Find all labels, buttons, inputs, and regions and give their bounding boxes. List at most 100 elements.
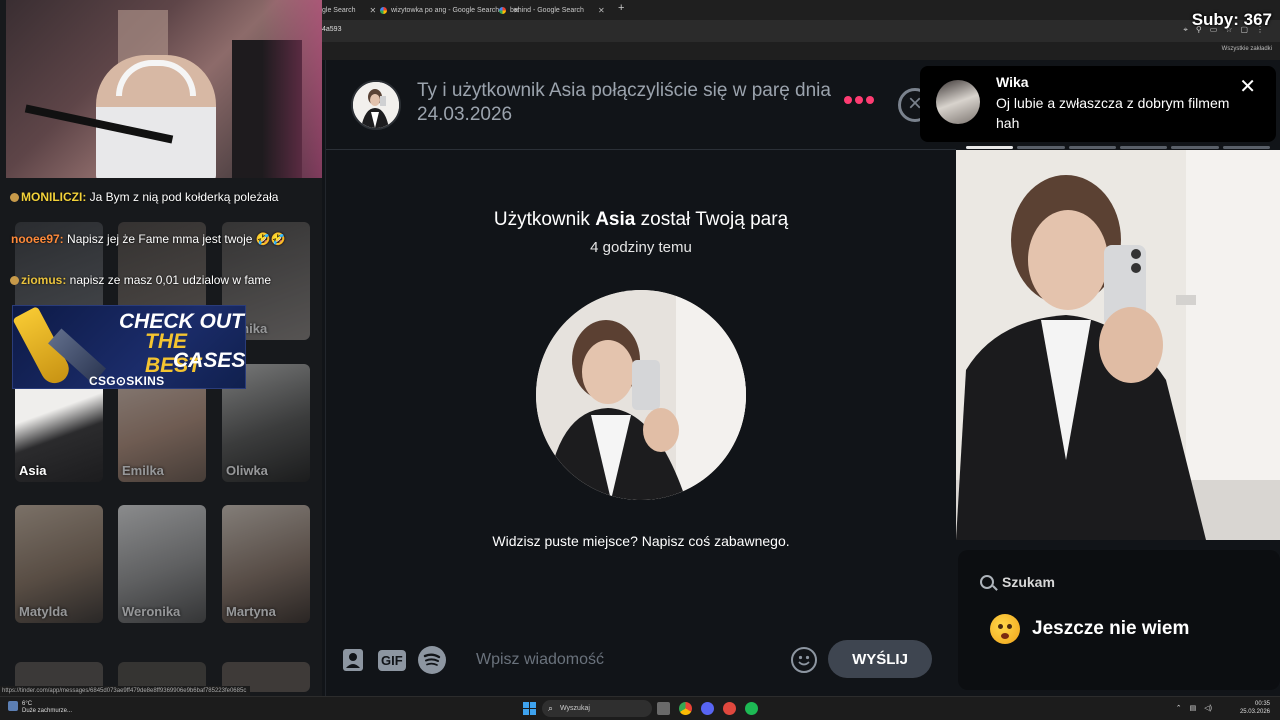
matched-time: 4 godziny temu — [590, 239, 692, 256]
profile-photo[interactable] — [956, 150, 1280, 540]
thinking-face-icon — [990, 614, 1020, 644]
close-icon[interactable]: ✕ — [1239, 74, 1256, 99]
webcam-light — [262, 0, 322, 178]
chat-badge-icon — [10, 193, 19, 202]
looking-for-label: Szukam — [1002, 574, 1055, 590]
match-tile-name: Weronika — [122, 604, 181, 619]
match-photo-image — [536, 290, 746, 500]
match-avatar-photo — [353, 82, 399, 128]
match-tile-name: Martyna — [226, 604, 276, 619]
photo-indicator[interactable] — [1119, 146, 1168, 149]
more-options-icon[interactable] — [844, 96, 874, 104]
google-icon — [499, 7, 506, 14]
search-icon — [980, 575, 994, 589]
browser-tab[interactable]: behind - Google Search ✕ — [499, 3, 605, 18]
notification-avatar — [936, 80, 980, 124]
spotify-icon[interactable] — [418, 646, 446, 674]
matched-name: Asia — [595, 209, 636, 230]
notification-sender: Wika — [996, 74, 1029, 90]
gif-label: GIF — [378, 649, 406, 671]
match-photo[interactable] — [536, 290, 746, 500]
task-view-icon[interactable] — [657, 702, 670, 715]
photo-indicator[interactable] — [1068, 146, 1116, 149]
chat-username: ziomus: — [21, 273, 67, 287]
status-url: https://tinder.com/app/messages/6845d073… — [0, 686, 250, 696]
looking-for-header: Szukam — [980, 574, 1055, 590]
match-tile-name: Oliwka — [226, 463, 268, 478]
close-tab-icon[interactable]: ✕ — [598, 6, 605, 15]
matched-title: Użytkownik Asia został Twoją parą — [326, 209, 956, 231]
photo-indicator[interactable] — [1222, 146, 1270, 149]
close-tab-icon[interactable]: ✕ — [369, 6, 376, 15]
message-composer: GIF WYŚLIJ — [326, 638, 956, 684]
photo-indicator[interactable] — [1171, 146, 1219, 149]
stream-overlay-column: minika Asia Emilka Oliwka Matylda Weroni… — [0, 0, 322, 696]
address-bar[interactable]: 4a593 ⌖ ⚲ ▭ ☆ ▢ ⋮ — [322, 20, 1280, 42]
chat-message: ziomus: napisz ze masz 0,01 udzialow w f… — [10, 273, 271, 287]
conversation-panel: Ty i użytkownik Asia połączyliście się w… — [325, 60, 956, 696]
message-notification[interactable]: Wika Oj lubie a zwłaszcza z dobrym filme… — [920, 66, 1276, 142]
match-avatar[interactable] — [351, 80, 401, 130]
location-icon[interactable]: ⌖ — [1183, 25, 1188, 35]
system-tray: ⌃ ▤ ◁) — [1176, 704, 1212, 712]
taskbar-clock[interactable]: 00:35 25.03.2026 — [1240, 700, 1270, 716]
start-button-icon[interactable] — [523, 702, 536, 715]
empty-chat-prompt: Widzisz puste miejsce? Napisz coś zabawn… — [492, 533, 790, 549]
weather-widget[interactable]: 6°C Duże zachmurze... — [8, 701, 72, 715]
matched-title-suffix: został Twoją parą — [635, 209, 789, 230]
emoji-picker-icon[interactable] — [791, 647, 817, 673]
ad-brand: CSG⊙SKINS — [89, 374, 165, 388]
new-tab-icon[interactable]: + — [618, 2, 624, 14]
match-tile-name: Asia — [19, 463, 47, 478]
tab-title: behind - Google Search — [510, 7, 584, 14]
csgoskins-ad-banner[interactable]: CHECK OUT THE BEST CASES CSG⊙SKINS — [12, 305, 246, 389]
match-tile[interactable]: Weronika — [118, 505, 206, 623]
taskbar-search[interactable]: Wyszukaj — [542, 700, 652, 717]
message-input[interactable] — [476, 646, 776, 674]
match-tile-name: Matylda — [19, 604, 68, 619]
volume-icon[interactable]: ◁) — [1204, 704, 1212, 712]
chrome-icon[interactable] — [679, 702, 692, 715]
chat-text: napisz ze masz 0,01 udzialow w fame — [66, 273, 272, 287]
browser-tab-bar: gle Search ✕ wizytowka po ang - Google Se… — [322, 0, 1280, 20]
browser-tab[interactable]: gle Search ✕ — [322, 3, 376, 18]
chat-text: Ja Bym z nią pod kołderką poleżała — [86, 190, 279, 204]
chat-message: nooee97: Napisz jej że Fame mma jest two… — [11, 232, 286, 246]
looking-for-value: Jeszcze nie wiem — [990, 614, 1189, 644]
send-button[interactable]: WYŚLIJ — [828, 640, 932, 678]
tab-title: wizytowka po ang - Google Search — [391, 7, 500, 14]
chat-username: MONILICZI: — [21, 190, 87, 204]
network-icon[interactable]: ▤ — [1190, 704, 1197, 712]
streamer-webcam — [6, 0, 322, 178]
match-tile-name: Emilka — [122, 463, 164, 478]
match-tile[interactable]: Matylda — [15, 505, 103, 623]
match-tile[interactable]: Martyna — [222, 505, 310, 623]
matched-title-prefix: Użytkownik — [493, 209, 596, 230]
chat-text: Napisz jej że Fame mma jest twoje 🤣🤣 — [63, 232, 286, 246]
profile-panel: Szukam Jeszcze nie wiem — [956, 60, 1280, 696]
tray-chevron-icon[interactable]: ⌃ — [1176, 704, 1182, 712]
gif-button[interactable]: GIF — [378, 646, 406, 674]
conversation-header: Ty i użytkownik Asia połączyliście się w… — [326, 60, 956, 150]
profile-photo-image — [956, 150, 1280, 540]
looking-for-text: Jeszcze nie wiem — [1032, 618, 1190, 639]
all-bookmarks[interactable]: Wszystkie zakładki — [1222, 46, 1272, 52]
discord-icon[interactable] — [701, 702, 714, 715]
app-icon[interactable] — [723, 702, 736, 715]
address-url: 4a593 — [322, 26, 342, 33]
bookmarks-bar: Wszystkie zakładki — [322, 42, 1280, 60]
photo-indicator[interactable] — [966, 146, 1014, 149]
clock-time: 00:35 — [1254, 701, 1270, 707]
weather-desc: Duże zachmurze... — [22, 708, 73, 714]
contact-card-icon[interactable] — [342, 646, 364, 674]
photo-indicator[interactable] — [1017, 146, 1065, 149]
subscriber-counter: Suby: 367 — [1191, 10, 1272, 29]
weather-temp: 6°C — [22, 701, 33, 707]
spotify-taskbar-icon[interactable] — [745, 702, 758, 715]
google-icon — [380, 7, 387, 14]
photo-progress-bar — [966, 146, 1270, 149]
taskbar-apps — [657, 702, 758, 715]
notification-message: Oj lubie a zwłaszcza z dobrym filmem hah — [996, 95, 1230, 131]
chat-username: nooee97: — [11, 232, 64, 246]
match-date-text: Ty i użytkownik Asia połączyliście się w… — [417, 80, 831, 125]
